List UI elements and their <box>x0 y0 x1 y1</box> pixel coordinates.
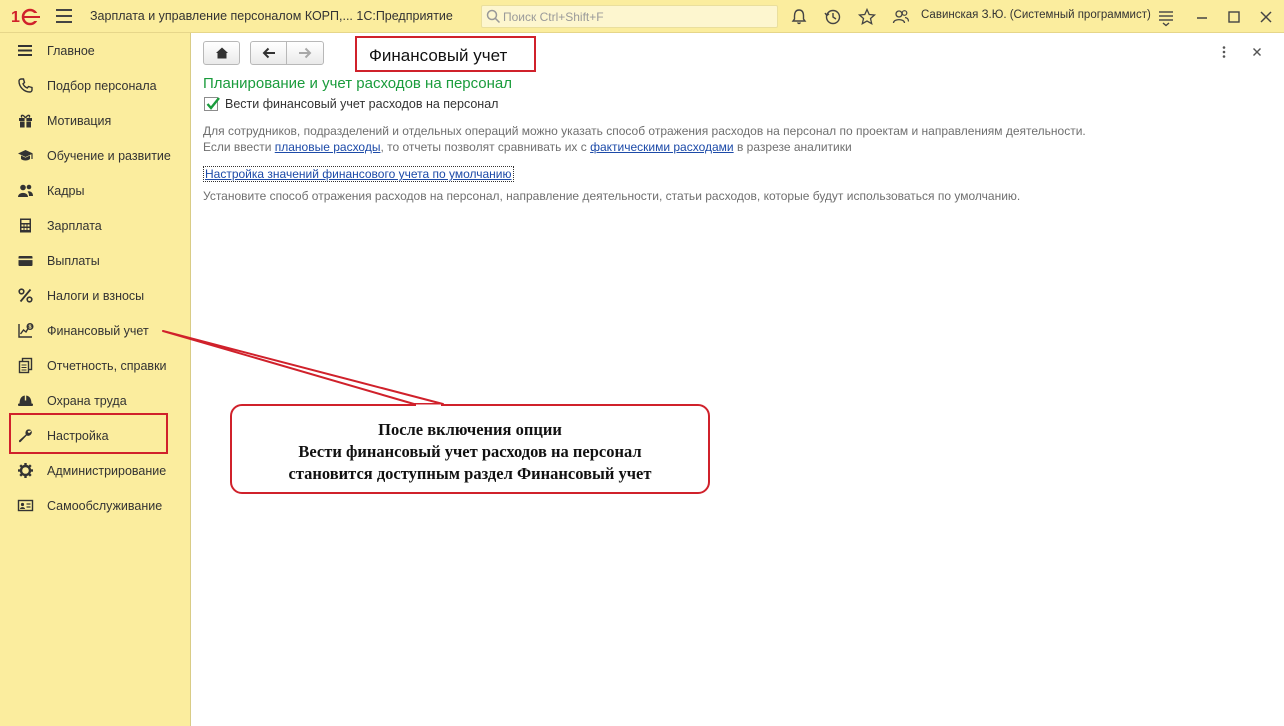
people-icon <box>18 184 33 197</box>
graduation-cap-icon <box>18 150 33 161</box>
sidebar-item-self-service[interactable]: Самообслуживание <box>0 488 190 523</box>
description-line-1: Для сотрудников, подразделений и отдельн… <box>203 124 1086 138</box>
maximize-icon[interactable] <box>1223 6 1245 28</box>
wallet-icon <box>18 256 33 266</box>
arrow-left-icon <box>262 47 275 59</box>
sidebar-item-taxes[interactable]: Налоги и взносы <box>0 278 190 313</box>
page-title: Финансовый учет <box>369 46 508 65</box>
financial-accounting-checkbox[interactable] <box>204 97 220 111</box>
sidebar: Главное Подбор персонала Мотивация Обуче… <box>0 33 191 726</box>
settings-lines-icon[interactable] <box>1155 6 1177 28</box>
default-settings-link[interactable]: Настройка значений финансового учета по … <box>203 166 514 182</box>
sidebar-item-motivation[interactable]: Мотивация <box>0 103 190 138</box>
default-settings-description: Установите способ отражения расходов на … <box>203 189 1021 203</box>
sidebar-item-training[interactable]: Обучение и развитие <box>0 138 190 173</box>
more-options-icon[interactable] <box>1217 43 1231 61</box>
home-button[interactable] <box>203 41 240 65</box>
close-form-icon[interactable] <box>1250 43 1264 61</box>
documents-icon <box>18 357 33 374</box>
search-icon <box>486 9 501 24</box>
users-icon[interactable] <box>891 7 911 27</box>
annotation-callout: После включения опции Вести финансовый у… <box>230 404 710 494</box>
hamburger-icon[interactable] <box>56 9 72 23</box>
percent-icon <box>18 288 33 303</box>
section-title: Планирование и учет расходов на персонал <box>203 75 513 92</box>
user-name[interactable]: Савинская З.Ю. (Системный программист) <box>921 9 1151 21</box>
gift-icon <box>19 114 32 128</box>
sidebar-item-main[interactable]: Главное <box>0 33 190 68</box>
description-line-2: Если ввести плановые расходы, то отчеты … <box>203 140 852 154</box>
sidebar-item-hr[interactable]: Кадры <box>0 173 190 208</box>
sidebar-item-financial-accounting[interactable]: $ Финансовый учет <box>0 313 190 348</box>
search-input[interactable]: Поиск Ctrl+Shift+F <box>481 5 778 28</box>
page-title-frame: Финансовый учет <box>355 36 536 72</box>
minimize-icon[interactable] <box>1191 6 1213 28</box>
gear-icon <box>18 463 33 478</box>
app-title: Зарплата и управление персоналом КОРП,..… <box>90 9 453 23</box>
1c-logo-icon[interactable]: 1 <box>10 7 44 27</box>
calculator-icon <box>20 218 31 233</box>
id-card-icon <box>17 499 34 512</box>
settings-highlight-frame <box>9 413 168 454</box>
search-placeholder: Поиск Ctrl+Shift+F <box>503 10 604 24</box>
chart-dollar-icon: $ <box>18 323 34 338</box>
planned-expenses-link[interactable]: плановые расходы <box>275 140 381 154</box>
sidebar-item-payments[interactable]: Выплаты <box>0 243 190 278</box>
home-icon <box>215 47 228 59</box>
svg-text:$: $ <box>28 325 31 331</box>
actual-expenses-link[interactable]: фактическими расходами <box>590 140 734 154</box>
sidebar-item-recruitment[interactable]: Подбор персонала <box>0 68 190 103</box>
history-icon[interactable] <box>823 7 843 27</box>
callout-line-1: После включения опции <box>378 420 562 439</box>
callout-line-3: становится доступным раздел Финансовый у… <box>288 464 652 483</box>
checkmark-icon <box>206 97 220 110</box>
close-icon[interactable] <box>1255 6 1277 28</box>
arrow-right-icon <box>299 47 312 59</box>
star-icon[interactable] <box>857 7 877 27</box>
checkbox-label: Вести финансовый учет расходов на персон… <box>225 97 499 111</box>
back-button[interactable] <box>250 41 287 65</box>
callout-line-2: Вести финансовый учет расходов на персон… <box>298 442 642 461</box>
sidebar-item-reporting[interactable]: Отчетность, справки <box>0 348 190 383</box>
helmet-icon <box>18 395 33 406</box>
main-panel: Финансовый учет Планирование и учет расх… <box>191 33 1284 726</box>
phone-icon <box>18 78 33 93</box>
sidebar-item-administration[interactable]: Администрирование <box>0 453 190 488</box>
bell-icon[interactable] <box>789 7 809 27</box>
sidebar-item-salary[interactable]: Зарплата <box>0 208 190 243</box>
title-bar: 1 Зарплата и управление персоналом КОРП,… <box>0 0 1284 33</box>
svg-text:1: 1 <box>11 9 20 26</box>
menu-lines-icon <box>18 45 32 56</box>
forward-button[interactable] <box>286 41 324 65</box>
